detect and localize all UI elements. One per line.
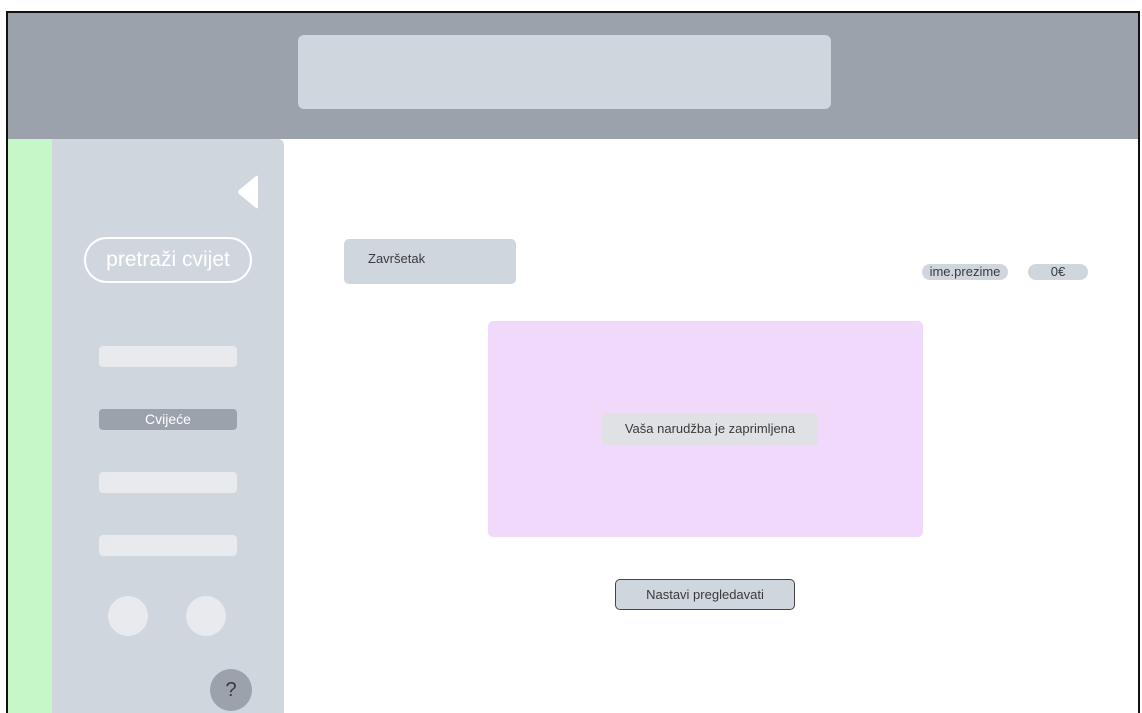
sidebar-circle-button-2[interactable]: [186, 596, 226, 636]
header-search-bar[interactable]: [298, 35, 831, 109]
sidebar-item-3[interactable]: [99, 472, 237, 493]
sidebar-circle-button-1[interactable]: [108, 596, 148, 636]
order-confirmation-message: Vaša narudžba je zaprimljena: [602, 413, 818, 445]
step-title: Završetak: [344, 239, 516, 284]
sidebar: pretraži cvijet Cvijeće ?: [52, 139, 284, 713]
search-flower-button[interactable]: pretraži cvijet: [84, 237, 252, 283]
user-name-badge[interactable]: ime.prezime: [922, 264, 1008, 280]
app-frame: pretraži cvijet Cvijeće ? Završetak ime.…: [6, 11, 1140, 713]
help-button[interactable]: ?: [210, 669, 252, 711]
continue-browsing-button[interactable]: Nastavi pregledavati: [615, 579, 795, 610]
sidebar-item-4[interactable]: [99, 535, 237, 556]
top-header: [8, 13, 1138, 139]
side-accent-strip: [8, 139, 52, 713]
order-confirmation-panel: Vaša narudžba je zaprimljena: [488, 321, 923, 537]
triangle-left-icon: [238, 175, 258, 209]
sidebar-item-1[interactable]: [99, 346, 237, 367]
sidebar-item-cvijece[interactable]: Cvijeće: [99, 409, 237, 430]
collapse-sidebar-button[interactable]: [236, 175, 260, 209]
cart-total-badge[interactable]: 0€: [1028, 264, 1088, 280]
